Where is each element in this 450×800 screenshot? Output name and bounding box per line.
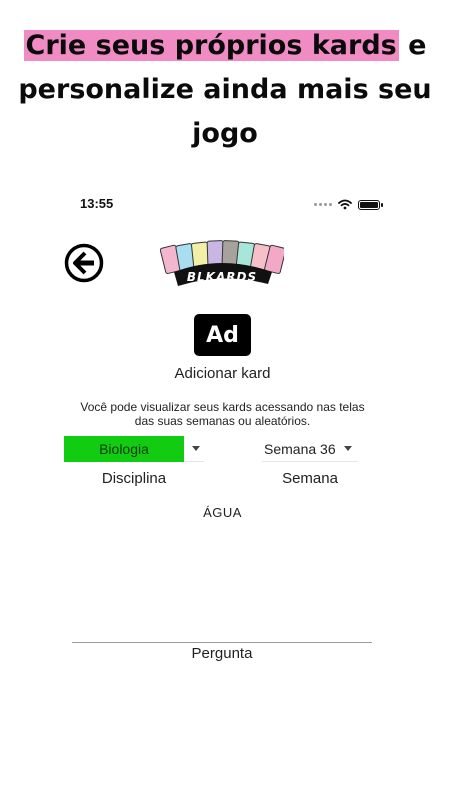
week-dropdown[interactable]: Semana 36	[262, 436, 358, 462]
week-label: Semana	[282, 470, 338, 487]
chevron-down-icon	[192, 446, 200, 451]
info-text: Você pode visualizar seus kards acessand…	[60, 400, 385, 428]
discipline-dropdown[interactable]: Biologia	[64, 435, 204, 462]
arrow-left-circle-icon	[64, 243, 104, 283]
status-icons	[314, 199, 383, 210]
promo-headline: Crie seus próprios kards e personalize a…	[0, 24, 450, 156]
chevron-down-icon	[343, 446, 352, 451]
wifi-icon	[338, 199, 352, 210]
back-button[interactable]	[64, 243, 104, 283]
question-input-label[interactable]: Pergunta	[72, 645, 372, 662]
signal-icon	[314, 203, 332, 206]
blkards-logo: BLKARDS	[160, 240, 284, 286]
add-card-icon[interactable]: Ad	[194, 314, 251, 356]
discipline-label: Disciplina	[101, 470, 167, 487]
headline-highlight: Crie seus próprios kards	[23, 30, 399, 61]
week-value: Semana 36	[264, 440, 336, 457]
status-time: 13:55	[80, 196, 114, 211]
add-card-label: Adicionar kard	[174, 365, 271, 382]
battery-icon	[358, 199, 383, 210]
add-card-icon-text: Ad	[206, 322, 239, 348]
card-answer-text[interactable]: ÁGUA	[0, 505, 445, 520]
status-bar: 13:55	[80, 196, 383, 216]
logo-text: BLKARDS	[187, 270, 257, 284]
info-line-2: das suas semanas ou aleatórios.	[134, 414, 311, 428]
question-input-underline	[72, 642, 372, 643]
info-line-1: Você pode visualizar seus kards acessand…	[80, 400, 365, 414]
discipline-value: Biologia	[64, 435, 184, 462]
